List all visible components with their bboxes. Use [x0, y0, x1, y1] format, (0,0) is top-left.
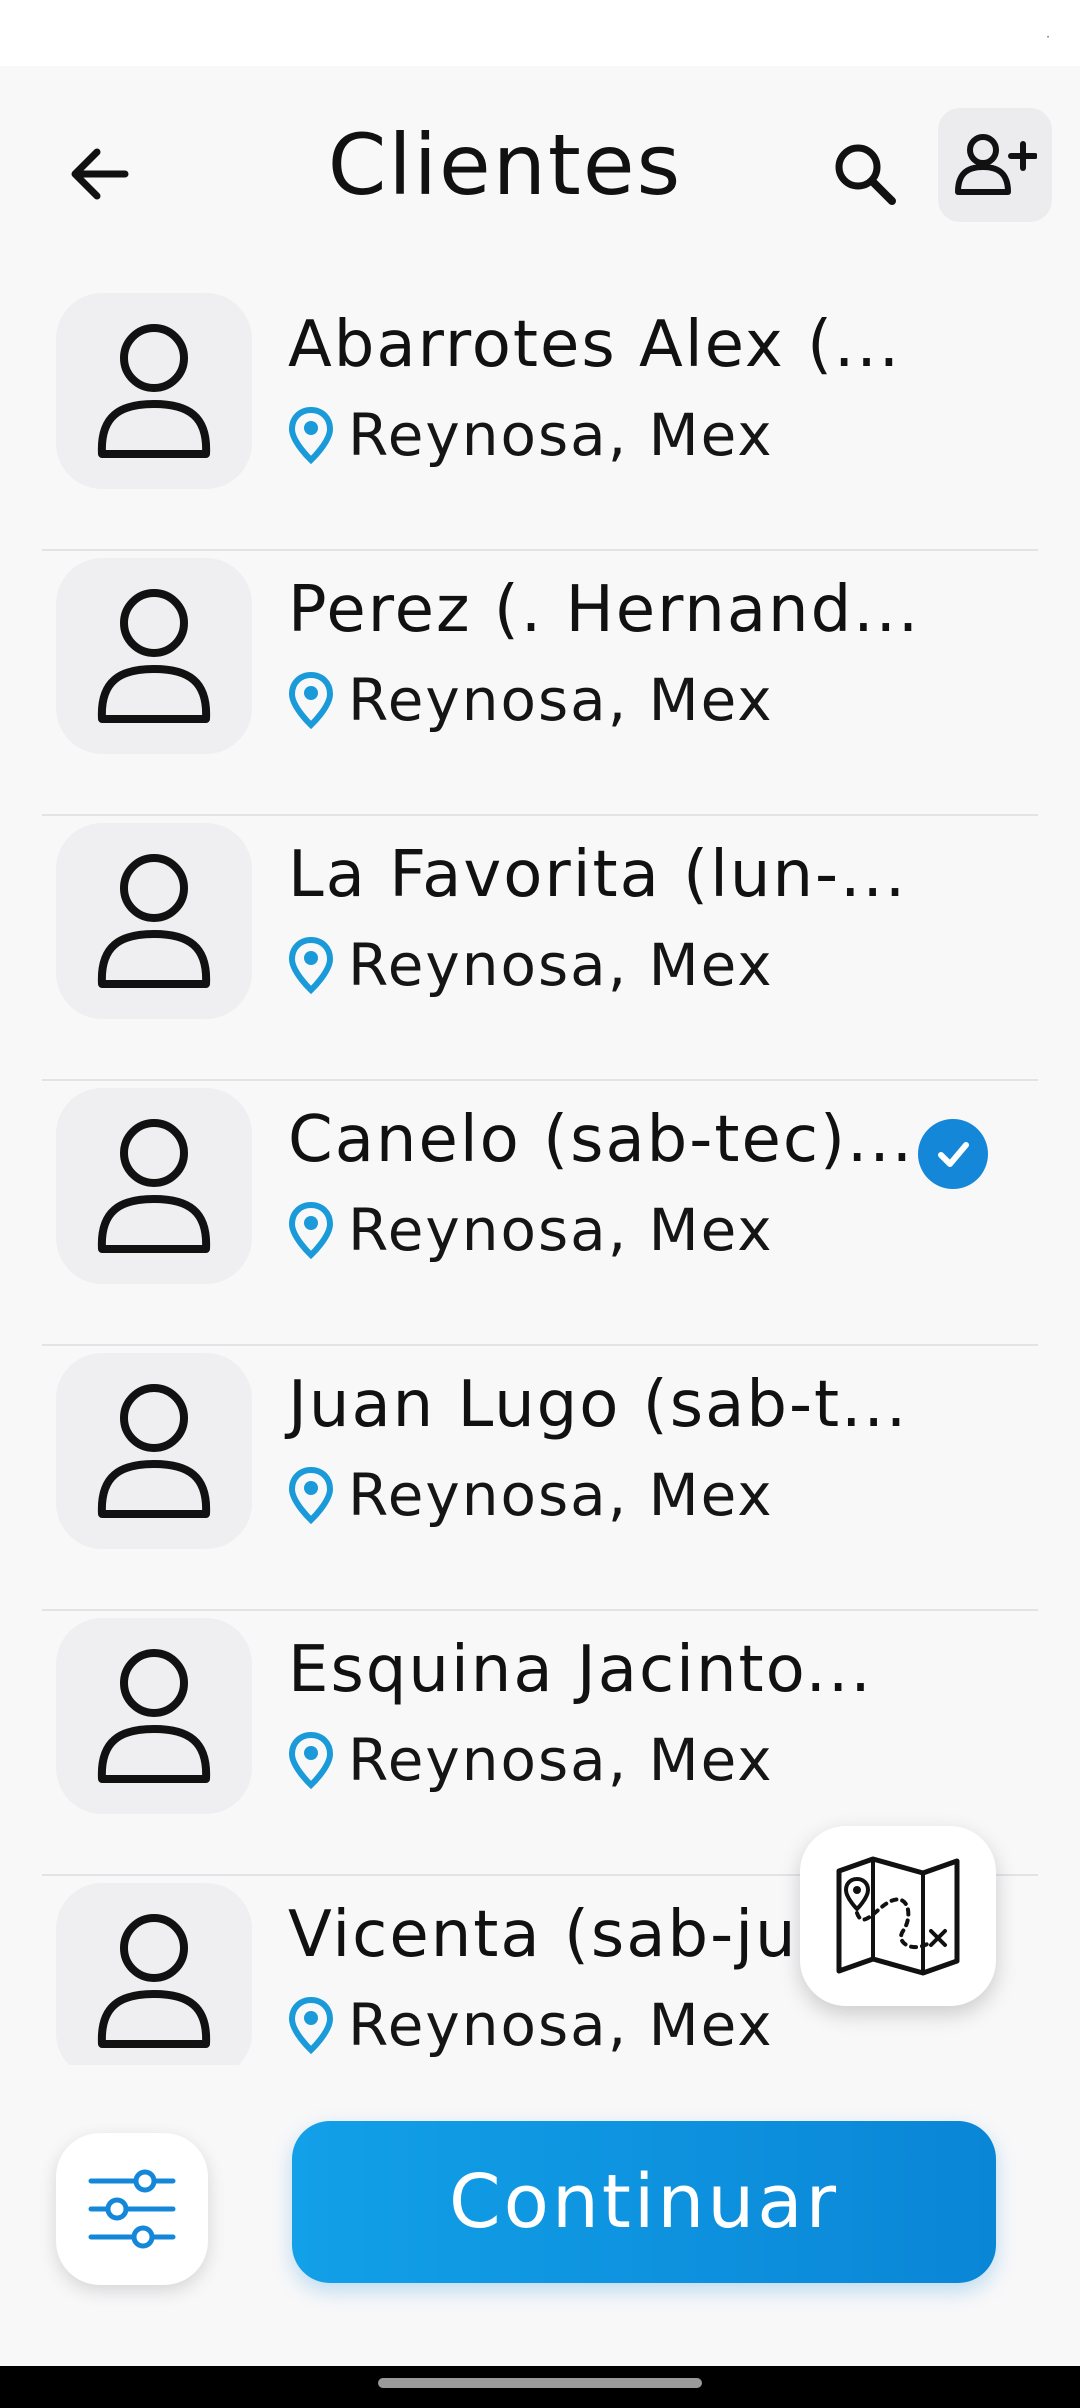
client-row[interactable]: Perez (. Hernand... Reynosa, Mex — [42, 551, 1038, 816]
location-pin-icon — [288, 1731, 334, 1789]
client-location: Reynosa, Mex — [288, 1991, 774, 2059]
client-location-text: Reynosa, Mex — [348, 666, 774, 734]
user-icon — [97, 1649, 211, 1783]
client-location-text: Reynosa, Mex — [348, 931, 774, 999]
client-avatar — [56, 293, 252, 489]
client-location: Reynosa, Mex — [288, 1461, 774, 1529]
client-name: Juan Lugo (sab-t... — [288, 1368, 909, 1442]
client-location-text: Reynosa, Mex — [348, 401, 774, 469]
location-pin-icon — [288, 406, 334, 464]
user-icon — [97, 854, 211, 988]
client-row[interactable]: Canelo (sab-tec)... Reynosa, Mex — [42, 1081, 1038, 1346]
client-location: Reynosa, Mex — [288, 1726, 774, 1794]
location-pin-icon — [288, 671, 334, 729]
system-nav-bar — [0, 2366, 1080, 2408]
location-pin-icon — [288, 1466, 334, 1524]
client-location-text: Reynosa, Mex — [348, 1991, 774, 2059]
status-bar: · — [0, 0, 1080, 66]
client-name: Abarrotes Alex (... — [288, 308, 902, 382]
client-location-text: Reynosa, Mex — [348, 1196, 774, 1264]
continue-button[interactable]: Continuar — [292, 2121, 996, 2283]
client-name: Vicenta (sab-ju — [288, 1898, 798, 1972]
client-location: Reynosa, Mex — [288, 401, 774, 469]
client-row[interactable]: La Favorita (lun-... Reynosa, Mex — [42, 816, 1038, 1081]
client-avatar — [56, 1353, 252, 1549]
client-row[interactable]: Juan Lugo (sab-t... Reynosa, Mex — [42, 1346, 1038, 1611]
client-list[interactable]: Abarrotes Alex (... Reynosa, Mex Perez (… — [0, 280, 1080, 2065]
user-icon — [97, 1384, 211, 1518]
selected-check[interactable] — [918, 1119, 988, 1189]
checkmark-icon — [938, 1142, 969, 1167]
bottom-bar: Continuar — [0, 2065, 1080, 2365]
client-row[interactable]: Abarrotes Alex (... Reynosa, Mex — [42, 286, 1038, 551]
client-name: La Favorita (lun-... — [288, 838, 908, 912]
user-icon — [97, 1119, 211, 1253]
client-location: Reynosa, Mex — [288, 666, 774, 734]
client-location: Reynosa, Mex — [288, 1196, 774, 1264]
sliders-icon — [88, 2169, 176, 2249]
user-icon — [97, 1914, 211, 2048]
map-icon — [836, 1856, 960, 1976]
location-pin-icon — [288, 1996, 334, 2054]
client-avatar — [56, 823, 252, 1019]
search-button[interactable] — [815, 124, 915, 224]
location-pin-icon — [288, 936, 334, 994]
client-name: Canelo (sab-tec)... — [288, 1103, 915, 1177]
client-location: Reynosa, Mex — [288, 931, 774, 999]
client-location-text: Reynosa, Mex — [348, 1461, 774, 1529]
status-mark: · — [1046, 30, 1050, 44]
filter-button[interactable] — [56, 2133, 208, 2285]
user-plus-icon — [955, 134, 1037, 195]
add-client-button[interactable] — [938, 108, 1052, 222]
client-name: Perez (. Hernand... — [288, 573, 921, 647]
map-button[interactable] — [800, 1826, 996, 2006]
client-avatar — [56, 558, 252, 754]
home-handle[interactable] — [378, 2378, 702, 2388]
client-name: Esquina Jacinto... — [288, 1633, 873, 1707]
location-pin-icon — [288, 1201, 334, 1259]
app-header: Clientes — [0, 66, 1080, 266]
client-avatar — [56, 1088, 252, 1284]
search-icon — [835, 144, 896, 205]
user-icon — [97, 324, 211, 458]
client-avatar — [56, 1883, 252, 2065]
client-avatar — [56, 1618, 252, 1814]
user-icon — [97, 589, 211, 723]
client-location-text: Reynosa, Mex — [348, 1726, 774, 1794]
